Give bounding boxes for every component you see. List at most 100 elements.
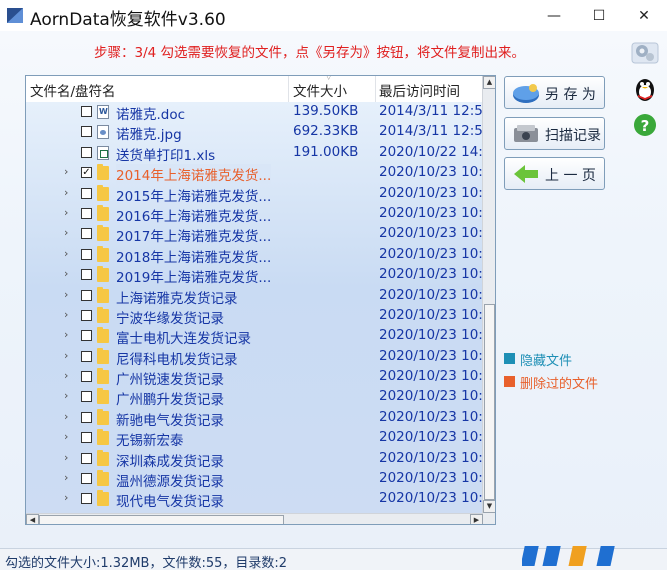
- vertical-scrollbar[interactable]: ▲ ▼: [482, 76, 495, 513]
- expand-arrow-icon[interactable]: ›: [64, 165, 68, 178]
- file-list-row[interactable]: › 2016年上海诺雅克发货... 2020/10/23 10:3: [26, 204, 483, 225]
- instruction-text: 步骤：3/4 勾选需要恢复的文件，点《另存为》按钮，将文件复制出来。: [94, 45, 526, 61]
- folder-icon: [97, 245, 109, 262]
- maximize-button[interactable]: ☐: [577, 0, 621, 31]
- row-checkbox[interactable]: [81, 187, 92, 199]
- file-list-row[interactable]: › 2017年上海诺雅克发货... 2020/10/23 10:3: [26, 224, 483, 246]
- file-list-row[interactable]: › 富士电机大连发货记录 2020/10/23 10:3: [26, 326, 483, 347]
- expand-arrow-icon[interactable]: ›: [64, 308, 68, 321]
- column-separator[interactable]: [288, 76, 289, 102]
- expand-arrow-icon[interactable]: ›: [64, 226, 68, 239]
- expand-arrow-icon[interactable]: ›: [64, 491, 68, 504]
- file-list-row[interactable]: › ✓ 2014年上海诺雅克发货... 2020/10/23 10:3: [26, 163, 483, 185]
- expand-arrow-icon[interactable]: ›: [64, 430, 68, 443]
- close-button[interactable]: ✕: [622, 0, 666, 31]
- expand-arrow-icon[interactable]: ›: [64, 206, 68, 219]
- last-access-time: 2020/10/23 10:3: [379, 429, 483, 446]
- row-checkbox[interactable]: [81, 248, 92, 260]
- row-checkbox[interactable]: [81, 146, 92, 158]
- column-header-name[interactable]: 文件名/盘符名: [30, 80, 116, 100]
- expand-arrow-icon[interactable]: ›: [64, 328, 68, 341]
- file-name: 新驰电气发货记录: [116, 412, 224, 429]
- last-access-time: 2020/10/23 10:3: [379, 368, 483, 385]
- app-window: AornData恢复软件v3.60 — ☐ ✕ 步骤：3/4 勾选需要恢复的文件…: [0, 0, 667, 570]
- expand-arrow-icon[interactable]: ›: [64, 267, 68, 280]
- vertical-scroll-thumb[interactable]: [484, 304, 495, 500]
- column-header-date[interactable]: 最后访问时间: [379, 80, 460, 100]
- scan-record-button[interactable]: 扫描记录: [504, 117, 605, 150]
- column-separator[interactable]: [375, 76, 376, 102]
- file-list-row[interactable]: › 无锡新宏泰 2020/10/23 10:3: [26, 428, 483, 449]
- expand-arrow-icon[interactable]: ›: [64, 369, 68, 382]
- row-checkbox[interactable]: [81, 309, 92, 321]
- row-checkbox[interactable]: [81, 228, 92, 240]
- expand-arrow-icon[interactable]: ›: [64, 410, 68, 423]
- scroll-down-arrow-icon[interactable]: ▼: [483, 500, 495, 513]
- row-checkbox[interactable]: [81, 411, 92, 423]
- prev-page-button[interactable]: 上 一 页: [504, 157, 605, 190]
- row-checkbox[interactable]: [81, 473, 92, 485]
- row-checkbox[interactable]: [81, 289, 92, 301]
- file-list-row[interactable]: › 广州锐速发货记录 2020/10/23 10:3: [26, 367, 483, 388]
- horizontal-scroll-thumb[interactable]: [39, 515, 284, 524]
- file-list-row[interactable]: › 上海诺雅克发货记录 2020/10/23 10:3: [26, 286, 483, 307]
- last-access-time: 2020/10/23 10:3: [379, 306, 483, 323]
- file-list-row[interactable]: › 2018年上海诺雅克发货... 2020/10/23 10:3: [26, 245, 483, 266]
- expand-arrow-icon[interactable]: ›: [64, 288, 68, 301]
- file-name: 2017年上海诺雅克发货...: [116, 229, 272, 246]
- file-list-row[interactable]: › 2015年上海诺雅克发货... 2020/10/23 10:3: [26, 184, 483, 205]
- row-checkbox[interactable]: [81, 432, 92, 444]
- row-checkbox[interactable]: [81, 493, 92, 505]
- help-question-icon[interactable]: ?: [630, 111, 660, 139]
- expand-arrow-icon[interactable]: ›: [64, 471, 68, 484]
- file-list-row[interactable]: › 新驰电气发货记录 2020/10/23 10:3: [26, 408, 483, 429]
- file-name: 深圳森成发货记录: [116, 453, 224, 470]
- settings-gears-icon[interactable]: [630, 39, 660, 67]
- file-list-row[interactable]: › 2019年上海诺雅克发货... 2020/10/23 10:3: [26, 265, 483, 286]
- row-checkbox[interactable]: ✓: [81, 167, 92, 179]
- expand-arrow-icon[interactable]: ›: [64, 389, 68, 402]
- row-checkbox[interactable]: [81, 330, 92, 342]
- scroll-left-arrow-icon[interactable]: ◀: [26, 514, 39, 524]
- scroll-right-arrow-icon[interactable]: ▶: [470, 514, 483, 524]
- file-list-row[interactable]: 送货单打印1.xls 191.00KB 2020/10/22 14:2: [26, 143, 483, 164]
- folder-icon: [97, 347, 109, 364]
- last-access-time: 2020/10/23 10:3: [379, 245, 483, 262]
- file-list-row[interactable]: 诺雅克.doc 139.50KB 2014/3/11 12:52: [26, 102, 483, 123]
- file-list-row[interactable]: › 宁波华缘发货记录 2020/10/23 10:3: [26, 306, 483, 327]
- scrollbar-corner: [483, 513, 495, 524]
- folder-icon: [97, 164, 109, 181]
- file-list-panel: 文件名/盘符名 文件大小 ▽ 最后访问时间 诺雅克.doc 139.50KB 201…: [25, 75, 496, 525]
- qq-penguin-icon[interactable]: [630, 75, 660, 103]
- folder-icon: [97, 368, 109, 385]
- last-access-time: 2020/10/23 10:3: [379, 449, 483, 466]
- file-list-body: 诺雅克.doc 139.50KB 2014/3/11 12:52 诺雅克.jpg 692…: [26, 102, 483, 513]
- minimize-button[interactable]: —: [532, 0, 576, 31]
- expand-arrow-icon[interactable]: ›: [64, 349, 68, 362]
- expand-arrow-icon[interactable]: ›: [64, 186, 68, 199]
- row-checkbox[interactable]: [81, 371, 92, 383]
- file-list-row[interactable]: › 现代电气发货记录 2020/10/23 10:3: [26, 489, 483, 510]
- horizontal-scrollbar[interactable]: ◀ ▶: [26, 513, 483, 524]
- save-as-button[interactable]: 另 存 为: [504, 76, 605, 109]
- file-list-row[interactable]: › 广州鹏升发货记录 2020/10/23 10:3: [26, 387, 483, 408]
- legend-swatch-deleted: [504, 376, 515, 387]
- last-access-time: 2014/3/11 12:52: [379, 103, 483, 119]
- row-checkbox[interactable]: [81, 452, 92, 464]
- file-list-row[interactable]: › 温州德源发货记录 2020/10/23 10:3: [26, 469, 483, 490]
- last-access-time: 2020/10/23 10:3: [379, 266, 483, 283]
- row-checkbox[interactable]: [81, 391, 92, 403]
- row-checkbox[interactable]: [81, 269, 92, 281]
- file-list-row[interactable]: › 深圳森成发货记录 2020/10/23 10:3: [26, 449, 483, 470]
- file-list-row[interactable]: › 尼得科电机发货记录 2020/10/23 10:3: [26, 347, 483, 368]
- expand-arrow-icon[interactable]: ›: [64, 247, 68, 260]
- row-checkbox[interactable]: [81, 126, 92, 138]
- expand-arrow-icon[interactable]: ›: [64, 451, 68, 464]
- last-access-time: 2014/3/11 12:52: [379, 123, 483, 140]
- column-header-size[interactable]: 文件大小: [293, 80, 347, 100]
- row-checkbox[interactable]: [81, 106, 92, 117]
- file-list-row[interactable]: 诺雅克.jpg 692.33KB 2014/3/11 12:52: [26, 122, 483, 143]
- scroll-up-arrow-icon[interactable]: ▲: [483, 76, 495, 89]
- row-checkbox[interactable]: [81, 207, 92, 219]
- row-checkbox[interactable]: [81, 350, 92, 362]
